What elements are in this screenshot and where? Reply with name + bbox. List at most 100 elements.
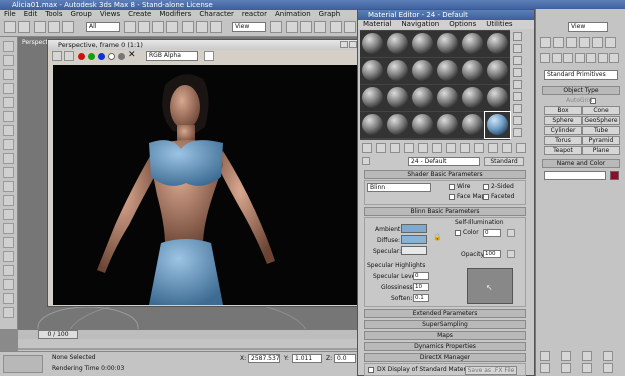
background-icon[interactable] (513, 56, 522, 65)
save-fx-button[interactable]: Save as .FX File (465, 366, 517, 375)
pick-material-icon[interactable] (362, 157, 370, 165)
tab-panel-tool-icon[interactable] (3, 69, 14, 80)
video-color-check-icon[interactable] (513, 80, 522, 89)
glossiness-spinner[interactable]: 10 (413, 283, 429, 291)
arc-rotate-icon[interactable] (582, 363, 592, 373)
red-channel-icon[interactable] (78, 53, 85, 60)
tab-display[interactable] (592, 37, 603, 48)
mirror-icon[interactable] (330, 21, 342, 33)
make-copy-icon[interactable] (418, 143, 428, 153)
material-name-field[interactable]: 24 - Default (408, 157, 480, 166)
rollout-directx[interactable]: DirectX Manager (364, 353, 526, 362)
tab-panel-tool-icon[interactable] (3, 111, 14, 122)
menu-character[interactable]: Character (199, 10, 234, 18)
material-sample-slot[interactable] (385, 112, 410, 138)
cylinder-button[interactable]: Cylinder (544, 126, 582, 135)
menu-edit[interactable]: Edit (24, 10, 38, 18)
clone-icon[interactable] (64, 51, 74, 61)
material-sample-slot[interactable] (485, 85, 510, 111)
mono-icon[interactable] (118, 53, 125, 60)
pan-icon[interactable] (561, 363, 571, 373)
material-sample-slot[interactable] (410, 31, 435, 57)
window-crossing-icon[interactable] (166, 21, 178, 33)
tab-panel-tool-icon[interactable] (3, 41, 14, 52)
tab-panel-tool-icon[interactable] (3, 265, 14, 276)
green-channel-icon[interactable] (88, 53, 95, 60)
percent-snap-icon[interactable] (314, 21, 326, 33)
menu-views[interactable]: Views (100, 10, 120, 18)
alpha-channel-icon[interactable] (108, 53, 115, 60)
selection-filter-dropdown[interactable]: All (86, 22, 120, 32)
diffuse-swatch[interactable] (401, 235, 427, 244)
tab-modify[interactable] (553, 37, 564, 48)
material-sample-slot[interactable] (435, 58, 460, 84)
ambient-swatch[interactable] (401, 224, 427, 233)
pyramid-button[interactable]: Pyramid (582, 136, 620, 145)
object-name-field[interactable] (544, 171, 606, 180)
tab-panel-tool-icon[interactable] (3, 167, 14, 178)
tab-panel-tool-icon[interactable] (3, 237, 14, 248)
material-sample-slot[interactable] (385, 58, 410, 84)
maximize-icon[interactable] (349, 41, 357, 48)
mat-menu-utilities[interactable]: Utilities (486, 20, 512, 28)
material-sample-slot[interactable] (360, 112, 385, 138)
sample-type-icon[interactable] (513, 32, 522, 41)
rotate-icon[interactable] (196, 21, 208, 33)
material-sample-slot[interactable] (435, 31, 460, 57)
link-icon[interactable] (34, 21, 46, 33)
put-to-scene-icon[interactable] (376, 143, 386, 153)
tab-panel-tool-icon[interactable] (3, 195, 14, 206)
backlight-icon[interactable] (513, 44, 522, 53)
rollout-object-type[interactable]: Object Type (542, 86, 620, 95)
bind-space-warp-icon[interactable] (62, 21, 74, 33)
tab-panel-tool-icon[interactable] (3, 153, 14, 164)
tab-hierarchy[interactable] (566, 37, 577, 48)
geometry-icon[interactable] (540, 53, 550, 63)
redo-icon[interactable] (18, 21, 30, 33)
select-object-icon[interactable] (124, 21, 136, 33)
tab-panel-tool-icon[interactable] (3, 125, 14, 136)
geosphere-button[interactable]: GeoSphere (582, 116, 620, 125)
soften-spinner[interactable]: 0.1 (413, 294, 429, 302)
menu-modifiers[interactable]: Modifiers (159, 10, 191, 18)
helpers-icon[interactable] (586, 53, 596, 63)
x-coordinate-field[interactable]: 2587.537 (248, 354, 280, 363)
minimize-icon[interactable] (340, 41, 348, 48)
zoom-all-icon[interactable] (561, 351, 571, 361)
material-sample-slot[interactable] (410, 58, 435, 84)
rollout-maps[interactable]: Maps (364, 331, 526, 340)
command-view-dropdown[interactable]: View (568, 22, 608, 32)
rollout-dynamics[interactable]: Dynamics Properties (364, 342, 526, 351)
opacity-spinner[interactable]: 100 (483, 250, 501, 258)
material-sample-slot[interactable] (385, 85, 410, 111)
tab-create[interactable] (540, 37, 551, 48)
tab-panel-tool-icon[interactable] (3, 223, 14, 234)
save-bitmap-icon[interactable] (52, 51, 62, 61)
material-type-button[interactable]: Standard (484, 157, 524, 166)
show-map-icon[interactable] (474, 143, 484, 153)
track-bar[interactable] (18, 339, 358, 351)
rollout-name-color[interactable]: Name and Color (542, 159, 620, 168)
uv-tiling-icon[interactable] (513, 68, 522, 77)
select-by-name-icon[interactable] (138, 21, 150, 33)
material-sample-slot[interactable] (410, 112, 435, 138)
field-of-view-icon[interactable] (540, 363, 550, 373)
material-sample-slot[interactable] (435, 112, 460, 138)
material-sample-slot[interactable] (485, 58, 510, 84)
self-illum-spinner[interactable]: 0 (483, 229, 501, 237)
material-sample-slot[interactable] (410, 85, 435, 111)
material-sample-slot[interactable] (435, 85, 460, 111)
go-forward-icon[interactable] (516, 143, 526, 153)
material-effects-channel-icon[interactable] (460, 143, 470, 153)
reset-map-icon[interactable] (404, 143, 414, 153)
mat-menu-options[interactable]: Options (449, 20, 476, 28)
rollout-shader-basic[interactable]: Shader Basic Parameters (364, 170, 526, 179)
object-color-swatch[interactable] (610, 171, 619, 180)
tab-panel-tool-icon[interactable] (3, 97, 14, 108)
go-to-parent-icon[interactable] (502, 143, 512, 153)
material-sample-slot[interactable] (485, 31, 510, 57)
show-end-result-icon[interactable] (488, 143, 498, 153)
get-material-icon[interactable] (362, 143, 372, 153)
material-sample-slot[interactable] (460, 112, 485, 138)
menu-animation[interactable]: Animation (275, 10, 311, 18)
